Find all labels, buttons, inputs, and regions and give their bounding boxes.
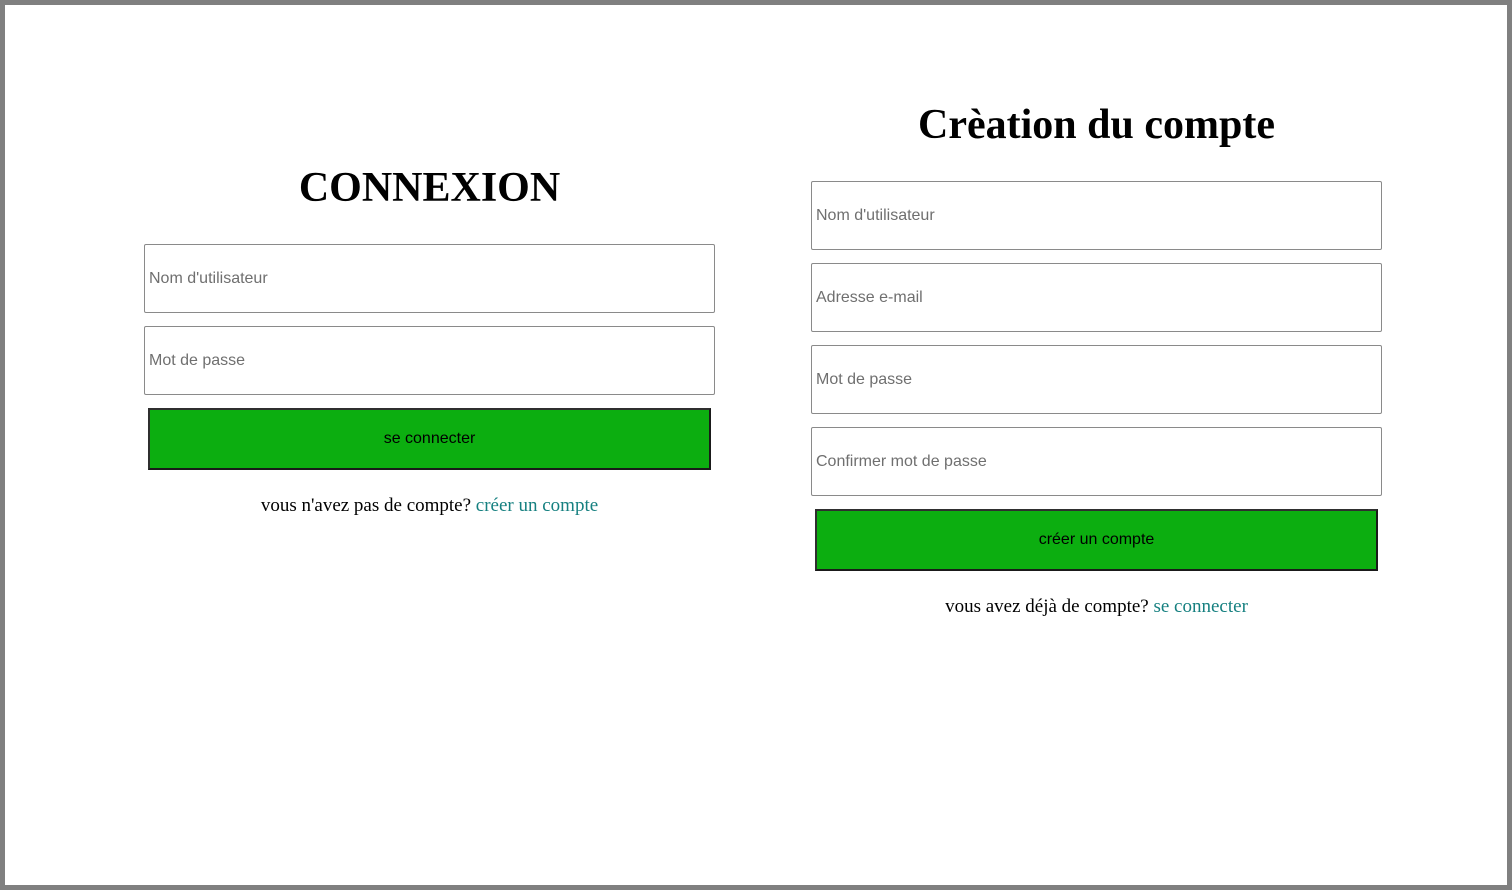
login-footer: vous n'avez pas de compte? créer un comp…	[144, 494, 715, 518]
login-password-input[interactable]	[144, 326, 715, 395]
signup-email-input[interactable]	[811, 263, 1382, 332]
signup-title: Crèation du compte	[918, 102, 1275, 148]
signup-panel: Crèation du compte créer un compte vous …	[811, 100, 1382, 619]
signup-password-input[interactable]	[811, 345, 1382, 414]
create-account-link[interactable]: créer un compte	[476, 495, 598, 516]
page-frame: CONNEXION se connecter vous n'avez pas d…	[0, 0, 1512, 890]
signup-confirm-password-input[interactable]	[811, 427, 1382, 496]
signup-footer: vous avez déjà de compte? se connecter	[811, 595, 1382, 619]
signup-footer-text: vous avez déjà de compte?	[945, 596, 1149, 617]
login-username-input[interactable]	[144, 244, 715, 313]
signup-submit-button[interactable]: créer un compte	[815, 509, 1378, 571]
login-title: CONNEXION	[298, 165, 561, 211]
login-panel: CONNEXION se connecter vous n'avez pas d…	[144, 163, 715, 518]
login-link[interactable]: se connecter	[1153, 596, 1247, 617]
login-submit-button[interactable]: se connecter	[148, 408, 711, 470]
signup-username-input[interactable]	[811, 181, 1382, 250]
login-footer-text: vous n'avez pas de compte?	[260, 495, 472, 516]
